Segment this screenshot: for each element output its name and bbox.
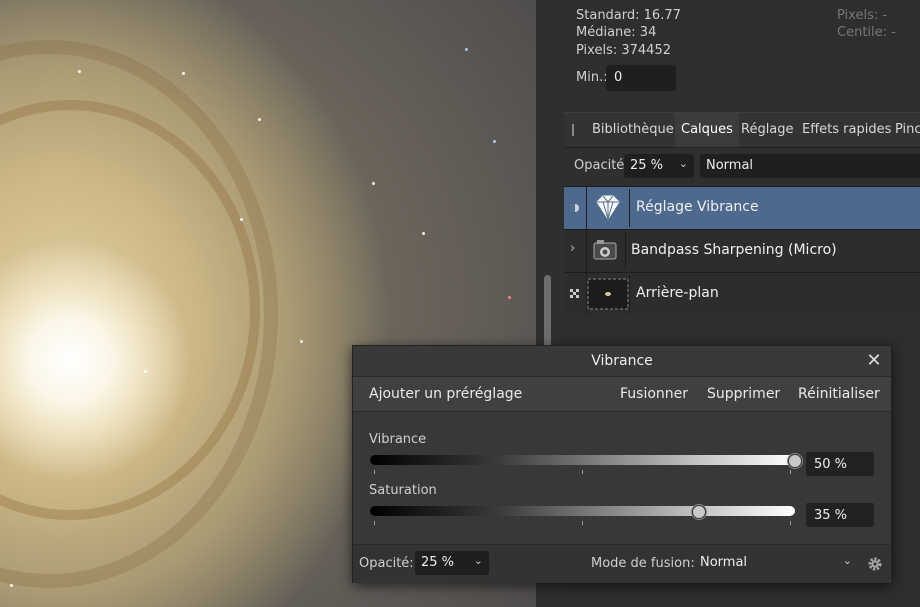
stat-median: Médiane: 34: [576, 25, 657, 40]
layer-thumbnail: [587, 232, 626, 270]
vibrance-dialog: Vibrance ✕ Ajouter un préréglage Fusionn…: [352, 345, 892, 583]
dialog-opacity-dropdown[interactable]: 25 % ⌄: [415, 551, 489, 575]
star: [465, 48, 468, 51]
star: [78, 70, 81, 73]
slider-tick: [374, 470, 375, 474]
chevron-down-icon: ⌄: [473, 554, 483, 567]
dialog-blend-dropdown[interactable]: Normal ⌄: [694, 551, 858, 575]
layer-thumbnail: [587, 189, 630, 227]
saturation-slider[interactable]: [370, 506, 795, 516]
blend-mode-value: Normal: [706, 158, 754, 173]
star: [182, 72, 185, 75]
layer-thumbnail: [587, 275, 630, 313]
opacity-dropdown[interactable]: 25 % ⌄: [624, 154, 694, 178]
add-preset-button[interactable]: Ajouter un préréglage: [369, 377, 522, 411]
saturation-value-field[interactable]: 35 %: [806, 503, 874, 527]
layer-row[interactable]: Arrière-plan: [564, 272, 920, 315]
dialog-opacity-value: 25 %: [421, 555, 455, 570]
star: [493, 140, 496, 143]
vibrance-slider-handle[interactable]: [788, 454, 802, 468]
star: [300, 340, 303, 343]
blend-mode-dropdown[interactable]: Normal: [700, 154, 920, 178]
panel-grip-icon[interactable]: [572, 124, 574, 136]
checkerboard-icon: [570, 289, 579, 298]
layer-name: Réglage Vibrance: [636, 199, 759, 215]
merge-button[interactable]: Fusionner: [620, 377, 688, 411]
min-label: Min.:: [576, 70, 608, 85]
opacity-label: Opacité:: [574, 158, 629, 173]
diamond-icon: [596, 195, 620, 221]
layer-row[interactable]: › Bandpass Sharpening (Micro): [564, 229, 920, 272]
star: [258, 118, 261, 121]
tab-calques[interactable]: Calques: [675, 113, 739, 147]
star: [144, 370, 147, 373]
live-filter-icon: [593, 240, 617, 260]
tab-pinceaux[interactable]: Pinc: [895, 113, 920, 147]
slider-tick: [790, 470, 791, 474]
tab-bibliotheque[interactable]: Bibliothèque: [592, 113, 674, 147]
star: [372, 182, 375, 185]
layer-row[interactable]: Réglage Vibrance: [564, 186, 920, 229]
tab-effets-rapides[interactable]: Effets rapides: [802, 113, 891, 147]
opacity-value: 25 %: [630, 158, 664, 173]
blend-mode-label: Mode de fusion:: [591, 556, 695, 571]
gear-icon[interactable]: [866, 555, 884, 573]
vibrance-value-field[interactable]: 50 %: [806, 452, 874, 476]
layer-expand-toggle[interactable]: ›: [564, 230, 587, 272]
stat-standard: Standard: 16.77: [576, 8, 681, 23]
star: [240, 218, 243, 221]
panel-tabs: Bibliothèque Calques Réglage Effets rapi…: [564, 112, 920, 148]
saturation-slider-handle[interactable]: [692, 505, 707, 519]
dialog-blend-value: Normal: [700, 555, 748, 570]
vibrance-label: Vibrance: [369, 432, 427, 447]
vibrance-slider[interactable]: [370, 455, 795, 465]
dialog-toolbar: Ajouter un préréglage Fusionner Supprime…: [353, 377, 891, 412]
slider-tick: [582, 470, 583, 474]
star: [508, 296, 511, 299]
layer-visibility-toggle[interactable]: [564, 187, 587, 229]
slider-tick: [582, 521, 583, 525]
scrollbar-thumb[interactable]: [544, 275, 551, 355]
layer-name: Arrière-plan: [636, 285, 719, 301]
stat-centile-right: Centile: -: [837, 25, 896, 40]
slider-tick: [790, 521, 791, 525]
slider-tick: [374, 521, 375, 525]
chevron-down-icon: ⌄: [842, 554, 852, 567]
dialog-title: Vibrance: [353, 346, 891, 377]
close-icon[interactable]: ✕: [863, 350, 885, 372]
delete-button[interactable]: Supprimer: [707, 377, 780, 411]
dialog-opacity-label: Opacité:: [359, 556, 414, 571]
image-thumbnail: [587, 278, 629, 310]
adjustment-badge-icon: [571, 204, 579, 212]
stat-pixels: Pixels: 374452: [576, 43, 671, 58]
chevron-down-icon: ⌄: [678, 157, 688, 170]
chevron-right-icon: ›: [570, 241, 576, 256]
saturation-label: Saturation: [369, 483, 437, 498]
galaxy-dust-lane: [0, 40, 278, 588]
stat-pixels-right: Pixels: -: [837, 8, 888, 23]
layer-name: Bandpass Sharpening (Micro): [631, 242, 837, 258]
reset-button[interactable]: Réinitialiser: [798, 377, 880, 411]
min-input[interactable]: 0: [606, 65, 676, 91]
star: [422, 232, 425, 235]
tab-reglage[interactable]: Réglage: [741, 113, 794, 147]
layers-options-row: Opacité: 25 % ⌄ Normal: [564, 148, 920, 182]
star: [10, 584, 13, 587]
dialog-footer: Opacité: 25 % ⌄ Mode de fusion: Normal ⌄: [353, 544, 891, 583]
layer-lock-toggle[interactable]: [564, 273, 587, 315]
